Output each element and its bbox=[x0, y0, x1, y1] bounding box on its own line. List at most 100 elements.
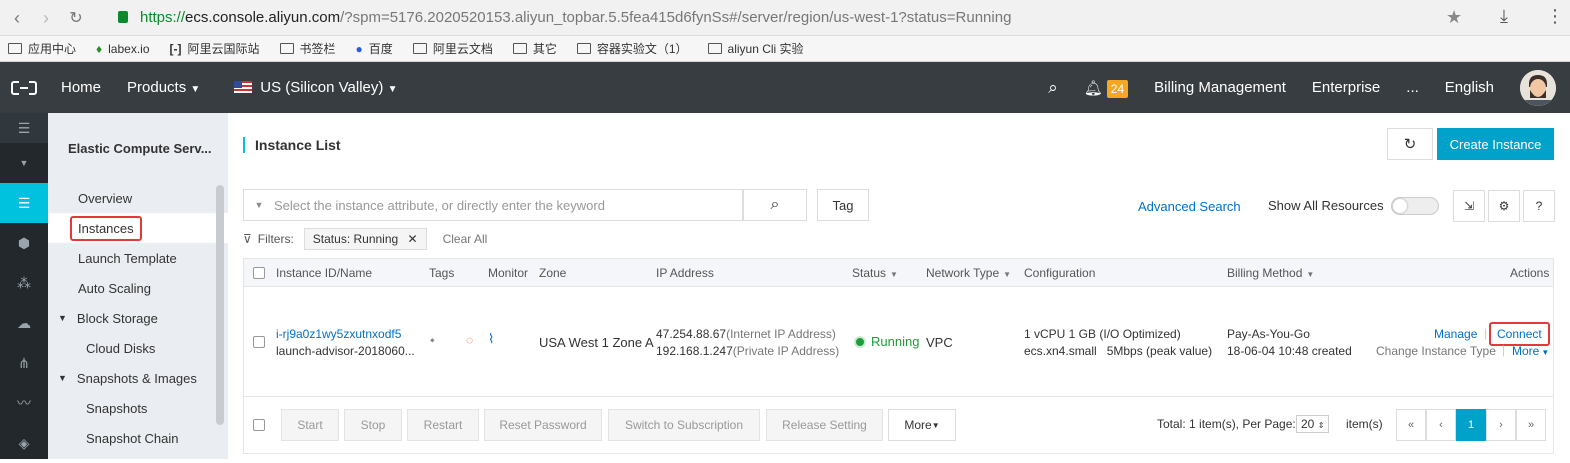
sidebar-group-snapshots-images[interactable]: ▼ Snapshots & Images bbox=[48, 363, 228, 393]
cluster-icon[interactable]: ⋔ bbox=[0, 343, 48, 383]
config-type: ecs.xn4.small 5Mbps (peak value) bbox=[1024, 344, 1213, 358]
help-button[interactable]: ? bbox=[1523, 190, 1555, 222]
row-checkbox[interactable] bbox=[253, 336, 265, 348]
sidebar-item-launch-template[interactable]: Launch Template bbox=[48, 243, 228, 273]
sidebar-item-auto-scaling[interactable]: Auto Scaling bbox=[48, 273, 228, 303]
bookmark-item[interactable]: 容器实验文（1） bbox=[576, 40, 688, 57]
search-bar[interactable]: ▼ Select the instance attribute, or dire… bbox=[243, 189, 743, 221]
footer-checkbox[interactable] bbox=[253, 419, 265, 431]
cloud-service-icon[interactable]: ⬢ bbox=[0, 223, 48, 263]
nav-billing[interactable]: Billing Management bbox=[1141, 79, 1299, 96]
filter-chip[interactable]: Status: Running ✕ bbox=[303, 228, 427, 250]
side-menu-scrollbar[interactable] bbox=[216, 185, 224, 425]
bookmark-item[interactable]: ● 百度 bbox=[356, 40, 393, 57]
nav-more[interactable]: ... bbox=[1393, 79, 1432, 96]
restart-button[interactable]: Restart bbox=[407, 409, 479, 441]
first-page-button[interactable]: « bbox=[1396, 409, 1426, 441]
caret-down-icon: ▼ bbox=[1306, 270, 1315, 279]
star-icon[interactable]: ★ bbox=[1446, 7, 1462, 28]
bookmark-item[interactable]: ♦ labex.io bbox=[96, 42, 150, 56]
url-field[interactable]: https://ecs.console.aliyun.com/?spm=5176… bbox=[140, 9, 1011, 26]
items-label: item(s) bbox=[1346, 417, 1383, 431]
notifications[interactable]: 🔔︎ 24 bbox=[1071, 79, 1141, 98]
folder-icon bbox=[576, 43, 591, 54]
instance-name: launch-advisor-2018060... bbox=[276, 344, 415, 358]
menu-toggle-icon[interactable]: ☰ bbox=[0, 113, 48, 143]
sidebar-item-snapshot-chain[interactable]: Snapshot Chain bbox=[48, 423, 228, 453]
network-icon[interactable]: ⁂ bbox=[0, 263, 48, 303]
sidebar-group-block-storage[interactable]: ▼ Block Storage bbox=[48, 303, 228, 333]
bookmark-item[interactable]: 其它 bbox=[512, 40, 557, 57]
caret-down-icon: ▼ bbox=[190, 84, 201, 95]
sidebar-group-label: Block Storage bbox=[76, 310, 158, 326]
nav-language[interactable]: English bbox=[1432, 79, 1507, 96]
reset-password-button[interactable]: Reset Password bbox=[484, 409, 602, 441]
tag-icon[interactable]: ⬩ bbox=[430, 332, 435, 348]
nav-home[interactable]: Home bbox=[48, 79, 114, 96]
change-instance-type-link[interactable]: Change Instance Type bbox=[1376, 344, 1496, 358]
stop-button[interactable]: Stop bbox=[344, 409, 402, 441]
user-menu[interactable] bbox=[1507, 69, 1570, 106]
collapse-icon[interactable]: ▼ bbox=[0, 143, 48, 183]
tag-button[interactable]: Tag bbox=[817, 189, 869, 221]
more-actions-link[interactable]: More ▼ bbox=[1512, 344, 1549, 358]
clear-all-link[interactable]: Clear All bbox=[443, 232, 488, 246]
advanced-search-link[interactable]: Advanced Search bbox=[1138, 199, 1241, 214]
table-row: i-rj9a0z1wy5zxutnxodf5 launch-advisor-20… bbox=[244, 287, 1553, 397]
layers-icon[interactable]: ◈ bbox=[0, 423, 48, 463]
download-icon[interactable]: ⤓ bbox=[1500, 6, 1508, 27]
nav-products[interactable]: Products ▼ bbox=[114, 79, 213, 96]
aliyun-logo-icon[interactable] bbox=[0, 62, 48, 113]
monitor-chart-icon[interactable]: ⌇ bbox=[488, 331, 494, 347]
bookmark-item[interactable]: aliyun Cli 实验 bbox=[707, 40, 804, 57]
network-type: VPC bbox=[926, 335, 953, 350]
sidebar-item-instances[interactable]: Instances bbox=[48, 213, 228, 243]
next-page-button[interactable]: › bbox=[1486, 409, 1516, 441]
sidebar-item-snapshots[interactable]: Snapshots bbox=[48, 393, 228, 423]
wave-icon[interactable]: 〰 bbox=[0, 383, 48, 423]
search-icon[interactable]: ⌕ bbox=[1035, 78, 1071, 98]
page-1-button[interactable]: 1 bbox=[1456, 409, 1486, 441]
caret-down-icon: ▼ bbox=[890, 270, 898, 279]
bookmark-item[interactable]: [-] 阿里云国际站 bbox=[170, 40, 260, 57]
sidebar-item-cloud-disks[interactable]: Cloud Disks bbox=[48, 333, 228, 363]
last-page-button[interactable]: » bbox=[1516, 409, 1546, 441]
ecs-icon[interactable]: ☰ bbox=[0, 183, 48, 223]
connect-link[interactable]: Connect bbox=[1489, 322, 1550, 346]
release-setting-button[interactable]: Release Setting bbox=[766, 409, 883, 441]
close-icon[interactable]: ✕ bbox=[408, 232, 418, 246]
forward-icon[interactable]: › bbox=[34, 6, 58, 30]
region-selector[interactable]: US (Silicon Valley) ▼ bbox=[221, 79, 410, 96]
switch-subscription-button[interactable]: Switch to Subscription bbox=[608, 409, 760, 441]
prev-page-button[interactable]: ‹ bbox=[1426, 409, 1456, 441]
refresh-button[interactable]: ↻ bbox=[1387, 128, 1433, 160]
settings-button[interactable]: ⚙ bbox=[1488, 190, 1520, 222]
caret-down-icon[interactable]: ▼ bbox=[244, 200, 274, 210]
show-all-resources-toggle[interactable] bbox=[1391, 197, 1439, 215]
refresh-icon: ↻ bbox=[1403, 136, 1417, 153]
sidebar-item-overview[interactable]: Overview bbox=[48, 183, 228, 213]
bookmark-item[interactable]: 阿里云文档 bbox=[412, 40, 493, 57]
search-input[interactable]: Select the instance attribute, or direct… bbox=[274, 198, 605, 213]
menu-icon[interactable]: ⋮ bbox=[1546, 6, 1564, 27]
back-icon[interactable]: ‹ bbox=[5, 6, 29, 30]
more-button[interactable]: More ▼ bbox=[888, 409, 956, 441]
col-status[interactable]: Status ▼ bbox=[852, 266, 898, 280]
create-instance-button[interactable]: Create Instance bbox=[1437, 128, 1554, 160]
per-page-select[interactable]: 20 ⇕ bbox=[1296, 415, 1330, 433]
cloud-icon[interactable]: ☁ bbox=[0, 303, 48, 343]
url-path: /?spm=5176.2020520153.aliyun_topbar.5.5f… bbox=[340, 9, 1012, 26]
bookmark-item[interactable]: 书签栏 bbox=[279, 40, 336, 57]
search-button[interactable]: ⌕ bbox=[743, 189, 807, 221]
col-billing[interactable]: Billing Method ▼ bbox=[1227, 266, 1314, 280]
manage-link[interactable]: Manage bbox=[1434, 327, 1477, 341]
instance-id-link[interactable]: i-rj9a0z1wy5zxutnxodf5 bbox=[276, 327, 401, 341]
reload-icon[interactable]: ↻ bbox=[64, 6, 88, 30]
select-all-checkbox[interactable] bbox=[253, 267, 265, 279]
col-network[interactable]: Network Type ▼ bbox=[926, 266, 1011, 280]
bookmark-item[interactable]: 应用中心 bbox=[8, 40, 76, 57]
nav-enterprise[interactable]: Enterprise bbox=[1299, 79, 1393, 96]
folder-icon bbox=[8, 43, 22, 54]
start-button[interactable]: Start bbox=[281, 409, 339, 441]
export-button[interactable]: ⇲ bbox=[1453, 190, 1485, 222]
